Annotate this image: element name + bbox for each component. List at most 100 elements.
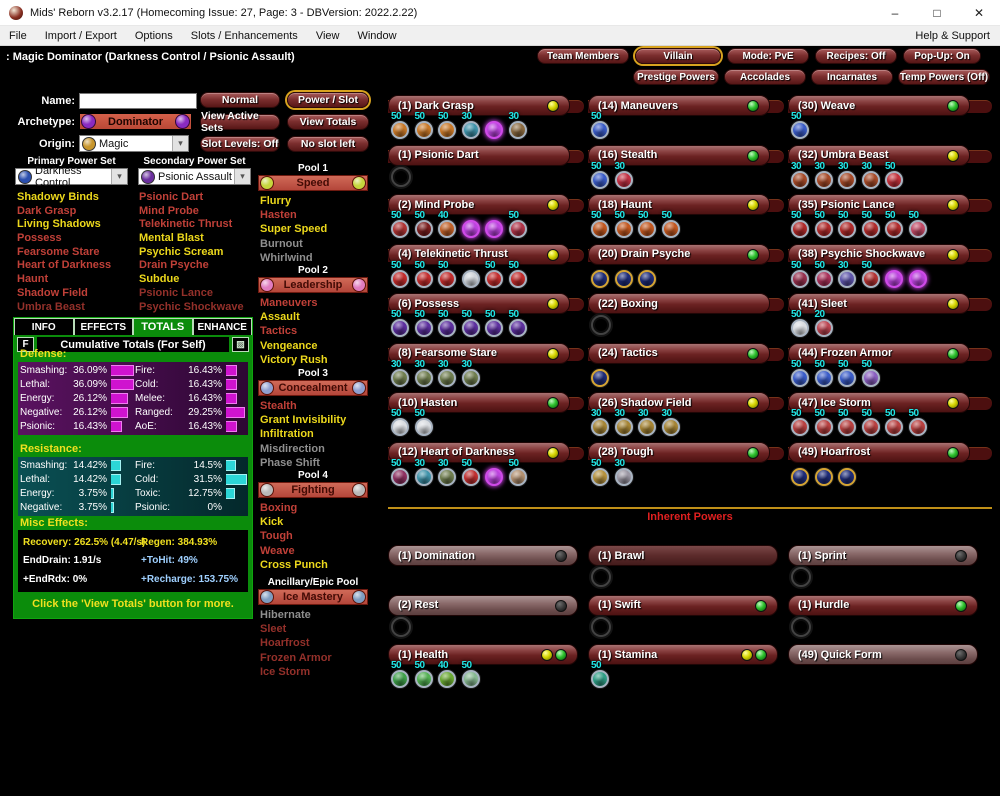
enhancement-icon[interactable] [838, 220, 856, 238]
enhancement-icon[interactable] [438, 220, 456, 238]
enhancement-icon[interactable] [814, 418, 833, 436]
enhancement-slot[interactable]: 50 [790, 210, 814, 245]
pool-power-super-speed[interactable]: Super Speed [260, 223, 375, 237]
enhancement-icon[interactable] [861, 368, 880, 387]
enhancement-icon[interactable] [885, 418, 903, 436]
enhancement-icon[interactable] [461, 121, 480, 139]
view-active-sets-button[interactable]: View Active Sets [200, 110, 280, 134]
enhancement-slot[interactable]: 50 [508, 210, 532, 245]
enhancement-icon[interactable] [591, 170, 609, 189]
enhancement-icon[interactable] [485, 319, 503, 337]
pool-header-speed[interactable]: Speed [258, 175, 368, 191]
enhancement-slot[interactable]: 30 [614, 161, 638, 196]
enhancement-slot[interactable]: 50 [814, 408, 838, 443]
enhancement-slot[interactable]: 50 [590, 111, 614, 146]
menu-file[interactable]: File [0, 26, 36, 45]
enhancement-slot[interactable] [484, 211, 508, 245]
enhancement-slot[interactable]: 50 [590, 660, 614, 695]
pool-power-maneuvers[interactable]: Maneuvers [260, 297, 375, 311]
secondary-power-psionic-lance[interactable]: Psionic Lance [139, 287, 259, 301]
enhancement-slot[interactable]: 50 [814, 359, 838, 394]
enhancement-slot[interactable]: 50 [414, 408, 438, 443]
enhancement-slot[interactable]: 50 [861, 359, 885, 394]
status-led[interactable] [747, 100, 759, 112]
enhancement-icon[interactable] [485, 269, 503, 288]
enhancement-slot[interactable]: 50 [508, 260, 532, 295]
empty-slot[interactable] [391, 616, 411, 637]
enhancement-icon[interactable] [414, 121, 433, 139]
status-led[interactable] [947, 100, 959, 112]
enhancement-icon[interactable] [661, 418, 680, 436]
no-slot-left-button[interactable]: No slot left [287, 136, 369, 152]
primary-power-possess[interactable]: Possess [17, 232, 135, 246]
status-led[interactable] [955, 599, 967, 612]
enhancement-icon[interactable] [885, 170, 903, 189]
enhancement-slot[interactable]: 50 [461, 458, 485, 493]
enhancement-icon[interactable] [791, 121, 809, 139]
pool-power-ice-storm[interactable]: Ice Storm [260, 666, 375, 680]
enhancement-slot[interactable]: 40 [437, 210, 461, 245]
enhancement-slot[interactable]: 50 [790, 309, 814, 344]
primary-power-shadow-field[interactable]: Shadow Field [17, 287, 135, 301]
pool-power-tough[interactable]: Tough [260, 530, 375, 544]
enhancement-slot[interactable]: 50 [837, 359, 861, 394]
enhancement-slot[interactable]: 50 [814, 210, 838, 245]
slot-levels-button[interactable]: Slot Levels: Off [200, 136, 280, 152]
enhancement-icon[interactable] [791, 269, 809, 288]
enhancement-icon[interactable] [391, 269, 409, 288]
pool-power-burnout[interactable]: Burnout [260, 238, 375, 252]
origin-dropdown[interactable]: Magic ▾ [79, 135, 189, 152]
enhancement-slot[interactable]: 50 [437, 111, 461, 146]
enhancement-icon[interactable] [814, 368, 833, 387]
pool-power-hasten[interactable]: Hasten [260, 209, 375, 223]
enhancement-icon[interactable] [438, 269, 456, 288]
incarnates-button[interactable]: Incarnates [811, 69, 893, 85]
archetype-selector[interactable]: Dominator [79, 113, 192, 130]
enhancement-icon[interactable] [614, 170, 633, 189]
pop-up-on-button[interactable]: Pop-Up: On [903, 48, 981, 64]
primary-power-fearsome-stare[interactable]: Fearsome Stare [17, 246, 135, 260]
enhancement-slot[interactable]: 30 [861, 161, 885, 196]
enhancement-slot[interactable]: 50 [390, 408, 414, 443]
pool-power-hibernate[interactable]: Hibernate [260, 609, 375, 623]
enhancement-slot[interactable]: 30 [837, 260, 861, 295]
enhancement-slot[interactable]: 30 [590, 408, 614, 443]
villain-button[interactable]: Villain [635, 48, 721, 64]
maximize-button[interactable]: □ [916, 0, 958, 25]
enhancement-icon[interactable] [861, 269, 880, 288]
enhancement-slot[interactable]: 50 [884, 210, 908, 245]
power-bar-rest[interactable]: (2) Rest [388, 594, 578, 616]
enhancement-slot[interactable]: 50 [637, 210, 661, 245]
enhancement-slot[interactable]: 20 [814, 309, 838, 344]
status-led[interactable] [955, 550, 967, 562]
enhancement-slot[interactable]: 50 [908, 210, 932, 245]
enhancement-icon[interactable] [861, 170, 880, 189]
pool-power-weave[interactable]: Weave [260, 545, 375, 559]
enhancement-slot[interactable]: 50 [484, 260, 508, 295]
status-led[interactable] [747, 149, 759, 162]
enhancement-icon[interactable] [861, 220, 880, 238]
enhancement-slot[interactable]: 30 [614, 408, 638, 443]
enhancement-slot[interactable] [614, 261, 638, 295]
enhancement-icon[interactable] [391, 220, 409, 238]
power-bar-maneuvers[interactable]: (14) Maneuvers [588, 95, 770, 116]
enhancement-slot[interactable]: 50 [390, 660, 414, 695]
primary-powerset-dropdown[interactable]: Darkness Control ▾ [15, 165, 128, 189]
chevron-down-icon[interactable]: ▾ [172, 136, 188, 151]
enhancement-slot[interactable]: 50 [861, 408, 885, 443]
enhancement-icon[interactable] [438, 670, 456, 688]
status-led[interactable] [547, 446, 559, 459]
primary-power-dark-grasp[interactable]: Dark Grasp [17, 205, 135, 219]
menu-options[interactable]: Options [126, 26, 182, 45]
enhancement-icon[interactable] [614, 220, 633, 238]
power-bar-psionic-dart[interactable]: (1) Psionic Dart [388, 144, 570, 166]
secondary-power-drain-psyche[interactable]: Drain Psyche [139, 259, 259, 273]
pool-header-fighting[interactable]: Fighting [258, 482, 368, 498]
enhancement-slot[interactable] [590, 608, 614, 642]
pool-power-grant-invisibility[interactable]: Grant Invisibility [260, 414, 375, 428]
normal-button[interactable]: Normal [200, 92, 280, 108]
power-bar-boxing[interactable]: (22) Boxing [588, 293, 770, 314]
status-led[interactable] [555, 599, 567, 612]
enhancement-icon[interactable] [461, 368, 480, 387]
enhancement-slot[interactable]: 50 [390, 260, 414, 295]
